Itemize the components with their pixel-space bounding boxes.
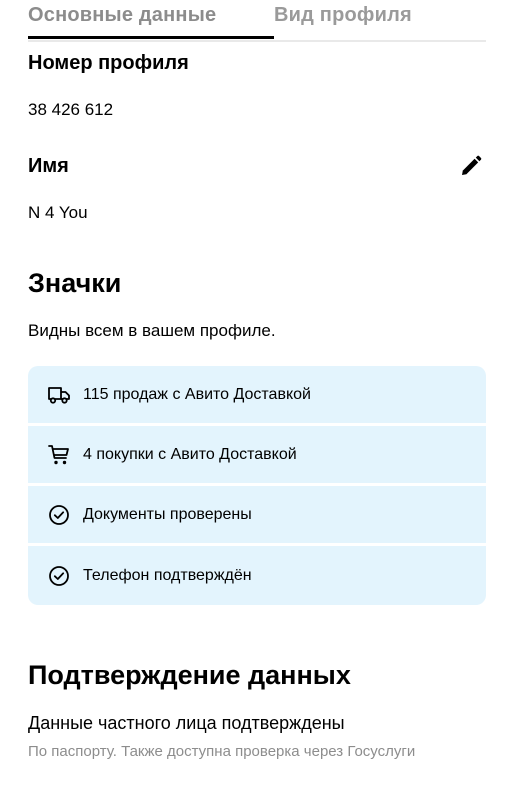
badge-text: 4 покупки с Авито Доставкой — [83, 445, 297, 463]
confirmation-title: Подтверждение данных — [28, 660, 351, 690]
profile-number-label: Номер профиля — [28, 52, 189, 74]
badge-item: Документы проверены — [28, 486, 486, 546]
name-label: Имя — [28, 155, 69, 177]
badges-subtitle: Видны всем в вашем профиле. — [28, 321, 276, 340]
cart-icon — [47, 443, 71, 467]
badges-title: Значки — [28, 268, 122, 298]
badge-text: Телефон подтверждён — [83, 566, 252, 584]
confirmation-status: Данные частного лица подтверждены — [28, 713, 345, 733]
confirmation-description: По паспорту. Также доступна проверка чер… — [28, 743, 416, 760]
name-value: N 4 You — [28, 203, 88, 222]
tab-basic-data[interactable]: Основные данные — [28, 4, 216, 27]
badge-text: Документы проверены — [83, 505, 252, 523]
badge-item: 4 покупки с Авито Доставкой — [28, 426, 486, 486]
active-tab-indicator — [28, 36, 274, 39]
badges-list: 115 продаж с Авито Доставкой 4 покупки с… — [28, 366, 486, 605]
truck-icon — [47, 383, 71, 407]
profile-number-value: 38 426 612 — [28, 100, 114, 119]
badge-item: 115 продаж с Авито Доставкой — [28, 366, 486, 426]
badge-text: 115 продаж с Авито Доставкой — [83, 385, 311, 403]
check-circle-icon — [47, 503, 71, 527]
pencil-icon[interactable] — [459, 154, 483, 178]
tab-profile-view[interactable]: Вид профиля — [274, 4, 412, 27]
profile-tabs: Основные данные Вид профиля — [28, 0, 486, 42]
check-circle-icon — [47, 564, 71, 588]
badge-item: Телефон подтверждён — [28, 546, 486, 605]
